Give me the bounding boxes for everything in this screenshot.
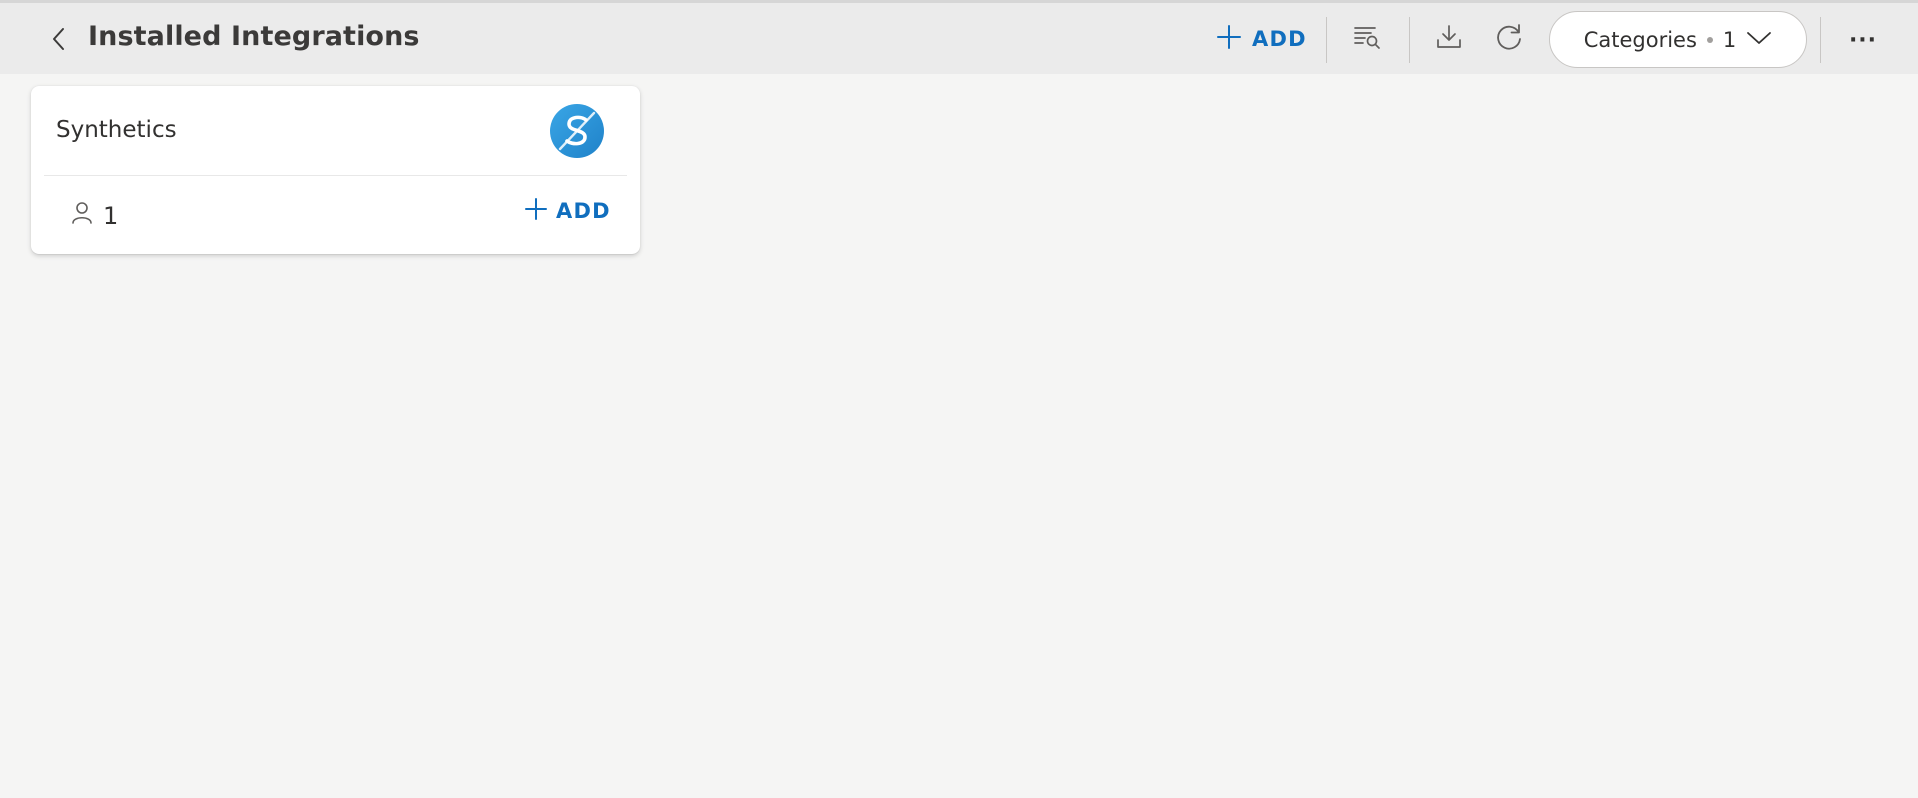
import-button[interactable] bbox=[1428, 19, 1470, 59]
download-tray-icon bbox=[1435, 23, 1463, 55]
toolbar-divider bbox=[1326, 17, 1327, 63]
categories-label: Categories bbox=[1583, 27, 1697, 52]
plus-icon bbox=[524, 197, 548, 226]
more-options-button[interactable]: ··· bbox=[1840, 21, 1886, 59]
add-integration-button[interactable]: ADD bbox=[1216, 19, 1307, 59]
categories-separator-dot bbox=[1706, 36, 1713, 43]
person-icon bbox=[71, 201, 93, 231]
synthetics-logo-icon bbox=[549, 103, 605, 159]
plus-icon bbox=[1216, 24, 1242, 55]
refresh-button[interactable] bbox=[1488, 19, 1530, 59]
card-divider bbox=[44, 175, 627, 176]
card-add-label: ADD bbox=[556, 199, 611, 223]
filter-button[interactable] bbox=[1346, 19, 1388, 59]
page-title: Installed Integrations bbox=[88, 21, 420, 52]
header-bar: Installed Integrations ADD Categories 1 … bbox=[0, 3, 1918, 74]
ellipsis-icon: ··· bbox=[1848, 27, 1878, 53]
refresh-icon bbox=[1493, 21, 1525, 57]
toolbar-divider bbox=[1409, 17, 1410, 63]
chevron-left-icon bbox=[49, 26, 69, 56]
categories-count: 1 bbox=[1722, 27, 1737, 52]
user-count: 1 bbox=[71, 200, 118, 232]
card-add-button[interactable]: ADD bbox=[524, 194, 611, 228]
user-count-value: 1 bbox=[103, 202, 119, 230]
integration-card[interactable]: Synthetics 1 ADD bbox=[31, 86, 640, 254]
toolbar-divider bbox=[1820, 17, 1821, 63]
categories-filter-dropdown[interactable]: Categories 1 bbox=[1549, 11, 1807, 68]
integration-name: Synthetics bbox=[56, 117, 177, 143]
back-button[interactable] bbox=[42, 23, 76, 59]
filter-search-icon bbox=[1353, 24, 1381, 54]
page: Installed Integrations ADD Categories 1 … bbox=[0, 0, 1918, 798]
chevron-down-icon bbox=[1746, 28, 1772, 52]
add-button-label: ADD bbox=[1252, 27, 1307, 51]
